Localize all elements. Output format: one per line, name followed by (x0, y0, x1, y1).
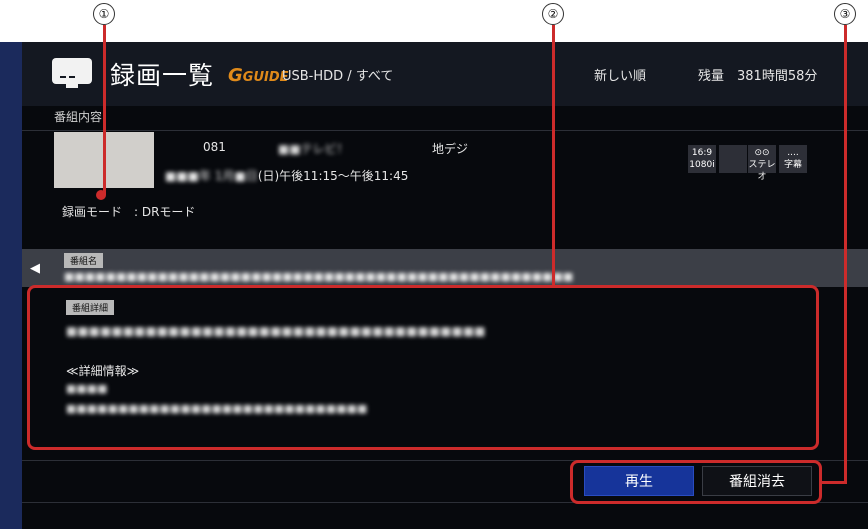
divider (22, 130, 868, 131)
callout-3-line (844, 25, 847, 484)
aspect-resolution-badge: 16:9 1080i (688, 145, 716, 173)
callout-3-label: ③ (834, 3, 856, 25)
subtitle-badge: .... 字幕 (779, 145, 807, 173)
badge-group: 16:9 1080i ⊙⊙ ステレオ .... 字幕 (688, 145, 810, 182)
section-label: 番組内容 (54, 110, 103, 124)
left-arrow-icon[interactable]: ◀ (30, 261, 40, 276)
callout-3-box (570, 460, 822, 504)
tv-icon (52, 58, 92, 88)
callout-2-line (552, 25, 555, 287)
program-name-tag: 番組名 (64, 253, 104, 268)
callout-2-box (27, 285, 819, 450)
recording-list-screen: 録画一覧 GGUIDE USB-HDD / すべて 新しい順 残量 381時間5… (0, 42, 868, 529)
left-accent-bar (0, 42, 22, 529)
broadcast-type: 地デジ (432, 142, 469, 156)
station-name: ■■テレビ！ (278, 142, 349, 156)
callout-2-label: ② (542, 3, 564, 25)
remaining-capacity: 残量 381時間58分 (698, 69, 818, 84)
stereo-badge: ⊙⊙ ステレオ (748, 145, 776, 182)
callout-3-line (822, 481, 847, 484)
sort-order[interactable]: 新しい順 (594, 65, 646, 84)
program-name-bar[interactable]: ◀ 番組名 ■■■■■■■■■■■■■■■■■■■■■■■■■■■■■■■■■■… (22, 249, 868, 287)
recording-datetime: ■■■年 1月■日(日)午後11:15〜午後11:45 (165, 169, 409, 183)
program-name-text: ■■■■■■■■■■■■■■■■■■■■■■■■■■■■■■■■■■■■■■■■… (64, 270, 574, 283)
gguide-logo: GGUIDE (228, 65, 289, 86)
recording-mode: 録画モード : DRモード (62, 205, 196, 219)
source-label: USB-HDD / すべて (282, 69, 394, 84)
blank-badge (719, 145, 747, 173)
callout-1-line (103, 25, 106, 195)
header-bar: 録画一覧 GGUIDE USB-HDD / すべて 新しい順 残量 381時間5… (22, 42, 868, 106)
channel-number: 081 (203, 140, 226, 154)
callout-1-label: ① (93, 3, 115, 25)
page-title: 録画一覧 (110, 61, 215, 90)
